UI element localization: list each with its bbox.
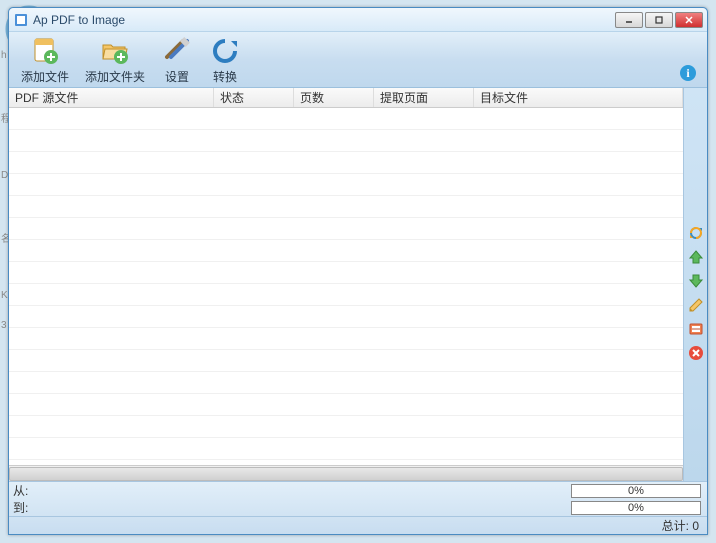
arrow-down-icon bbox=[688, 273, 704, 289]
to-label: 到: bbox=[9, 499, 39, 516]
delete-icon bbox=[688, 345, 704, 361]
table-body[interactable] bbox=[9, 108, 683, 465]
settings-button[interactable]: 设置 bbox=[155, 33, 199, 87]
maximize-icon bbox=[654, 15, 664, 25]
column-source[interactable]: PDF 源文件 bbox=[9, 88, 214, 107]
add-file-icon bbox=[29, 35, 61, 67]
remove-icon bbox=[688, 321, 704, 337]
add-folder-label: 添加文件夹 bbox=[85, 68, 145, 85]
horizontal-scrollbar[interactable] bbox=[9, 465, 683, 481]
info-button[interactable]: i bbox=[679, 64, 697, 82]
content-area: PDF 源文件 状态 页数 提取页面 目标文件 bbox=[9, 88, 707, 481]
progress-bar-1: 0% bbox=[571, 484, 701, 498]
move-up-button[interactable] bbox=[687, 248, 705, 266]
edit-button[interactable] bbox=[687, 296, 705, 314]
minimize-button[interactable] bbox=[615, 12, 643, 28]
settings-label: 设置 bbox=[165, 68, 189, 85]
toolbar: 添加文件 添加文件夹 设置 bbox=[9, 32, 707, 88]
close-button[interactable] bbox=[675, 12, 703, 28]
total-count: 总计: 0 bbox=[9, 516, 707, 534]
convert-button[interactable]: 转换 bbox=[203, 33, 247, 87]
side-toolbar bbox=[683, 88, 707, 481]
file-table: PDF 源文件 状态 页数 提取页面 目标文件 bbox=[9, 88, 683, 481]
convert-icon bbox=[209, 35, 241, 67]
titlebar: Ap PDF to Image bbox=[9, 8, 707, 32]
footer: 从: 0% 到: 0% 总计: 0 bbox=[9, 481, 707, 534]
column-extract[interactable]: 提取页面 bbox=[374, 88, 474, 107]
table-header: PDF 源文件 状态 页数 提取页面 目标文件 bbox=[9, 88, 683, 108]
refresh-button[interactable] bbox=[687, 224, 705, 242]
window-title: Ap PDF to Image bbox=[33, 13, 615, 27]
add-folder-button[interactable]: 添加文件夹 bbox=[79, 33, 151, 87]
main-window: Ap PDF to Image bbox=[8, 7, 708, 535]
add-file-label: 添加文件 bbox=[21, 68, 69, 85]
settings-icon bbox=[161, 35, 193, 67]
progress-bar-2: 0% bbox=[571, 501, 701, 515]
from-label: 从: bbox=[9, 482, 39, 499]
column-status[interactable]: 状态 bbox=[214, 88, 294, 107]
maximize-button[interactable] bbox=[645, 12, 673, 28]
remove-button[interactable] bbox=[687, 320, 705, 338]
refresh-icon bbox=[688, 225, 704, 241]
arrow-up-icon bbox=[688, 249, 704, 265]
app-icon bbox=[13, 12, 29, 28]
convert-label: 转换 bbox=[213, 68, 237, 85]
add-file-button[interactable]: 添加文件 bbox=[15, 33, 75, 87]
pencil-icon bbox=[688, 297, 704, 313]
add-folder-icon bbox=[99, 35, 131, 67]
background-hints: h 程 D 名 K 3 bbox=[0, 0, 8, 543]
column-pages[interactable]: 页数 bbox=[294, 88, 374, 107]
close-icon bbox=[683, 15, 695, 25]
info-icon: i bbox=[679, 64, 697, 82]
delete-button[interactable] bbox=[687, 344, 705, 362]
move-down-button[interactable] bbox=[687, 272, 705, 290]
minimize-icon bbox=[624, 15, 634, 25]
column-target[interactable]: 目标文件 bbox=[474, 88, 683, 107]
